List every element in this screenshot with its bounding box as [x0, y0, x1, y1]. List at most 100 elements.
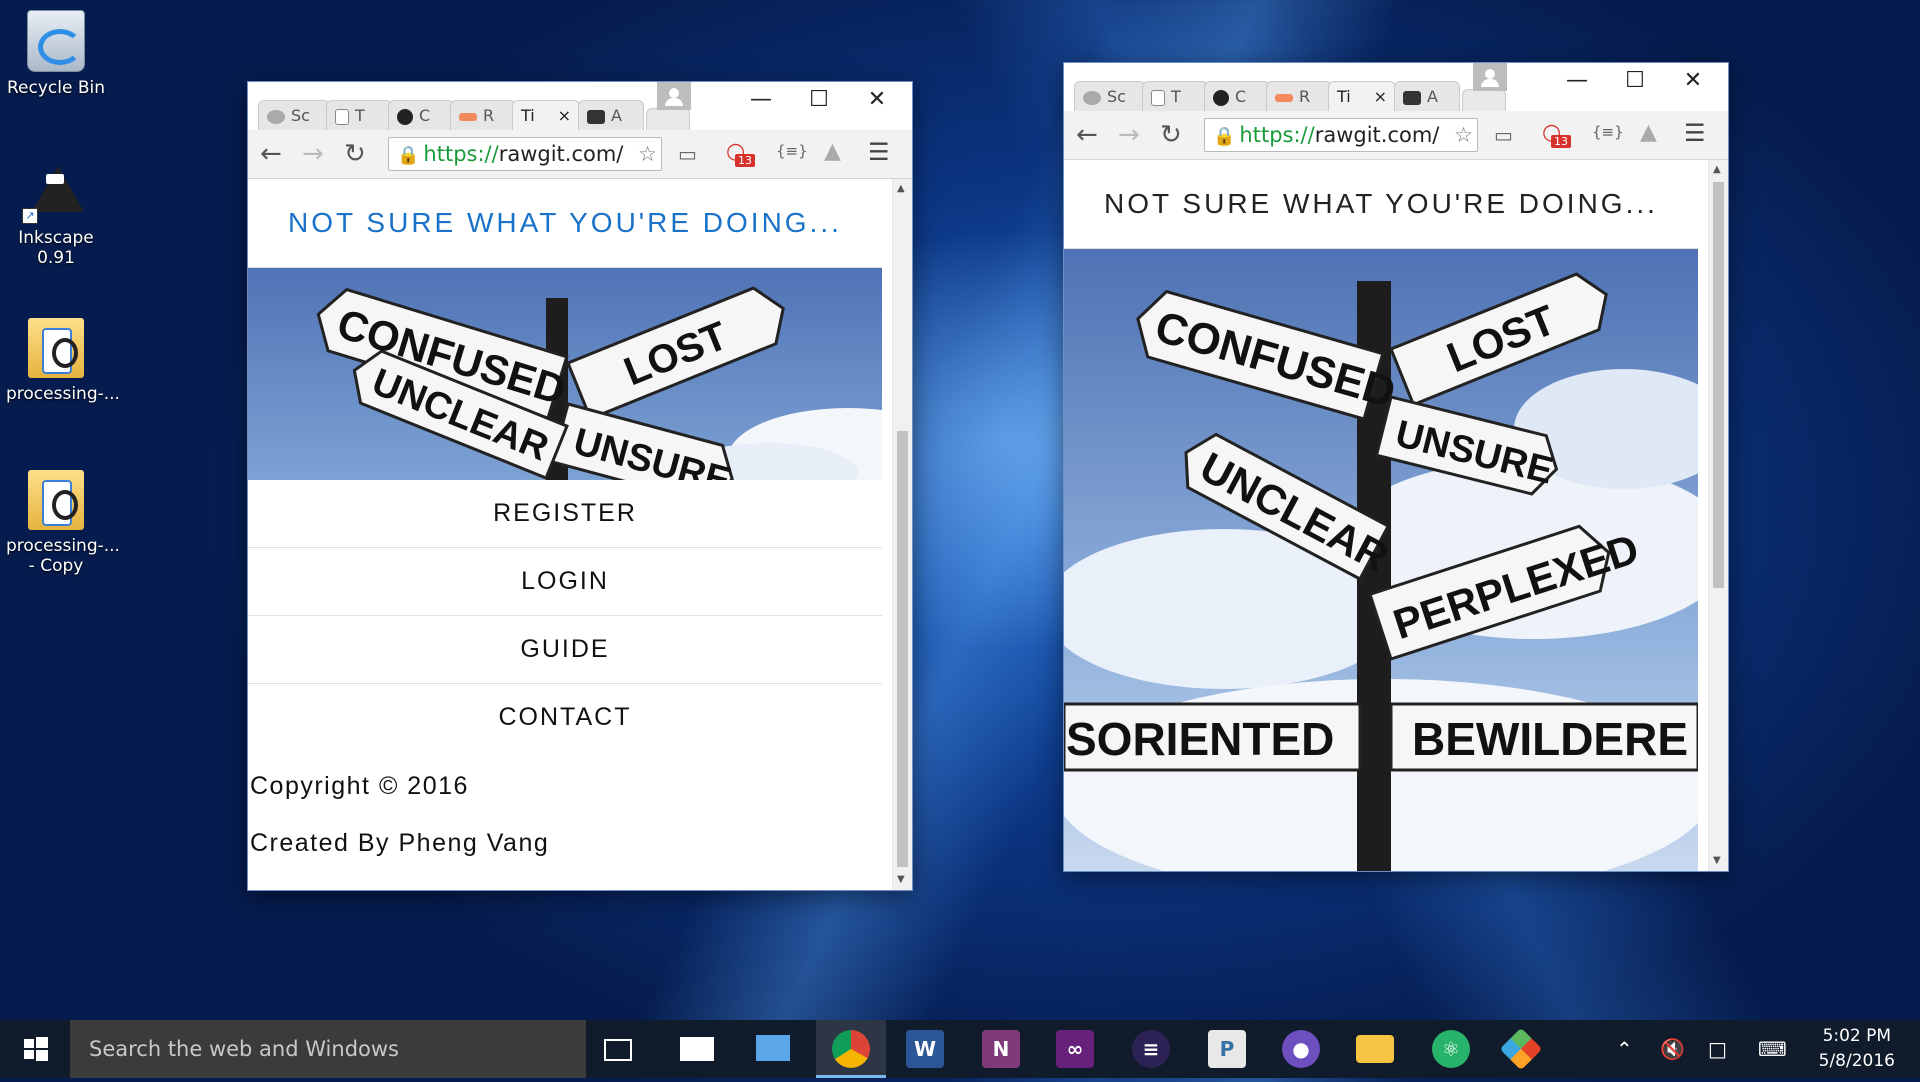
browser-toolbar: ← → ↻ 🔒 https://rawgit.com/ ☆ ▭ ○ 13 {≡} …: [248, 130, 912, 179]
tab-3[interactable]: C: [1204, 81, 1270, 111]
close-tab-icon[interactable]: ×: [1374, 82, 1387, 112]
inkscape-label: Inkscape 0.91: [18, 228, 94, 268]
forward-icon[interactable]: →: [302, 140, 324, 168]
menu-icon[interactable]: ☰: [868, 138, 890, 166]
reload-icon[interactable]: ↻: [344, 140, 366, 168]
eclipse-icon[interactable]: ≡: [1132, 1030, 1170, 1068]
tab-6[interactable]: A: [1394, 81, 1460, 111]
bookmark-star-icon[interactable]: ☆: [1452, 119, 1473, 151]
visual-studio-icon[interactable]: ∞: [1056, 1030, 1094, 1068]
tab-4[interactable]: R: [450, 100, 516, 130]
word-icon[interactable]: W: [906, 1030, 944, 1068]
show-hidden-icons-icon[interactable]: ⌃: [1616, 1037, 1633, 1061]
tab-4[interactable]: R: [1266, 81, 1332, 111]
bookmark-star-icon[interactable]: ☆: [636, 138, 657, 170]
chrome-icon[interactable]: [832, 1030, 870, 1068]
vertical-scrollbar[interactable]: ▲ ▼: [892, 179, 912, 890]
scrollbar-thumb[interactable]: [897, 431, 908, 867]
tab-strip: Sc T C R Ti × A — ☐ ✕: [1064, 63, 1728, 111]
nav-menu: REGISTER LOGIN GUIDE CONTACT: [248, 480, 882, 751]
desktop-icon-inkscape[interactable]: ↗ Inkscape 0.91: [6, 162, 106, 268]
back-icon[interactable]: ←: [260, 140, 282, 168]
json-extension-icon[interactable]: {≡}: [776, 142, 808, 160]
github-icon: [397, 108, 413, 125]
python-file-icon[interactable]: P: [1208, 1030, 1246, 1068]
reload-icon[interactable]: ↻: [1160, 121, 1182, 149]
vertical-scrollbar[interactable]: ▲ ▼: [1708, 160, 1728, 871]
menu-icon[interactable]: ☰: [1684, 119, 1706, 147]
tab-1[interactable]: Sc: [1074, 81, 1146, 111]
drive-icon[interactable]: ▲: [1640, 120, 1657, 145]
recycle-bin-icon: [27, 10, 85, 72]
scroll-down-arrow-icon[interactable]: ▼: [897, 874, 905, 885]
scroll-up-arrow-icon[interactable]: ▲: [1713, 164, 1721, 175]
document-icon: [1151, 89, 1165, 106]
action-center-icon[interactable]: □: [1708, 1037, 1727, 1061]
shortcut-arrow-icon: ↗: [22, 208, 38, 224]
search-box[interactable]: Search the web and Windows: [70, 1020, 586, 1078]
maximize-button[interactable]: ☐: [796, 82, 842, 122]
minimize-button[interactable]: —: [1554, 63, 1600, 103]
hero-image: LOST CONFUSED UNSURE UNCLEAR PERPLEXED S…: [1064, 249, 1698, 871]
browser-window-right: Sc T C R Ti × A — ☐ ✕ ← → ↻ 🔒 https://rawg…: [1063, 62, 1729, 872]
file-explorer-icon[interactable]: [1356, 1035, 1394, 1063]
menu-contact[interactable]: CONTACT: [248, 684, 882, 751]
new-tab-button[interactable]: [1462, 89, 1506, 111]
profile-avatar-icon[interactable]: [657, 82, 691, 110]
processing-label: processing-...: [6, 384, 120, 404]
mail-icon[interactable]: [680, 1037, 714, 1061]
footer-copyright: Copyright © 2016: [250, 772, 469, 800]
scrollbar-thumb[interactable]: [1713, 182, 1724, 588]
start-button[interactable]: [0, 1020, 70, 1078]
page-viewport: NOT SURE WHAT YOU'RE DOING... LOST CONFU…: [248, 179, 912, 890]
address-bar[interactable]: 🔒 https://rawgit.com/ ☆: [1204, 118, 1478, 152]
processing-copy-label-line1: processing-...: [6, 536, 120, 556]
keyboard-icon[interactable]: ⌨: [1758, 1037, 1787, 1061]
menu-guide[interactable]: GUIDE: [248, 616, 882, 684]
desktop-icon-processing[interactable]: processing-...: [6, 318, 120, 404]
page-title: NOT SURE WHAT YOU'RE DOING...: [248, 179, 882, 268]
atom-icon[interactable]: ⚛: [1432, 1030, 1470, 1068]
sushi-icon: [459, 112, 477, 121]
scroll-down-arrow-icon[interactable]: ▼: [1713, 855, 1721, 866]
json-extension-icon[interactable]: {≡}: [1592, 123, 1624, 141]
minimize-button[interactable]: —: [738, 82, 784, 122]
menu-register[interactable]: REGISTER: [248, 480, 882, 548]
back-icon[interactable]: ←: [1076, 121, 1098, 149]
tab-5-active[interactable]: Ti ×: [1328, 81, 1396, 111]
new-tab-button[interactable]: [646, 108, 690, 130]
desktop-icon-processing-copy[interactable]: processing-... - Copy: [6, 470, 120, 576]
profile-avatar-icon[interactable]: [1473, 63, 1507, 91]
cast-icon[interactable]: ▭: [1494, 123, 1513, 147]
tab-6[interactable]: A: [578, 100, 644, 130]
close-tab-icon[interactable]: ×: [558, 101, 571, 131]
close-window-button[interactable]: ✕: [1670, 63, 1716, 103]
tab-3[interactable]: C: [388, 100, 454, 130]
processing-copy-label-line2: - Copy: [28, 556, 84, 576]
recycle-bin-label: Recycle Bin: [6, 78, 105, 98]
tab-2[interactable]: T: [326, 100, 392, 130]
scroll-up-arrow-icon[interactable]: ▲: [897, 183, 905, 194]
volume-muted-icon[interactable]: 🔇: [1660, 1037, 1685, 1061]
tab-5-active[interactable]: Ti ×: [512, 100, 580, 130]
address-bar[interactable]: 🔒 https://rawgit.com/ ☆: [388, 137, 662, 171]
desktop-icon-recycle-bin[interactable]: Recycle Bin: [6, 10, 106, 98]
maximize-button[interactable]: ☐: [1612, 63, 1658, 103]
menu-login[interactable]: LOGIN: [248, 548, 882, 616]
inkscape-icon: ↗: [22, 162, 84, 224]
sign-bewildered: BEWILDERE: [1389, 702, 1698, 772]
onenote-icon[interactable]: N: [982, 1030, 1020, 1068]
this-pc-icon[interactable]: [756, 1035, 790, 1061]
task-view-icon[interactable]: [604, 1039, 632, 1061]
forward-icon[interactable]: →: [1118, 121, 1140, 149]
github-desktop-icon[interactable]: ●: [1282, 1030, 1320, 1068]
cast-icon[interactable]: ▭: [678, 142, 697, 166]
system-clock[interactable]: 5:02 PM 5/8/2016: [1819, 1024, 1895, 1074]
blackboard-icon: [587, 109, 605, 124]
drive-icon[interactable]: ▲: [824, 139, 841, 164]
tab-1[interactable]: Sc: [258, 100, 330, 130]
lock-icon: 🔒: [1213, 126, 1236, 147]
tab-2[interactable]: T: [1142, 81, 1208, 111]
close-window-button[interactable]: ✕: [854, 82, 900, 122]
git-icon[interactable]: [1499, 1027, 1543, 1071]
